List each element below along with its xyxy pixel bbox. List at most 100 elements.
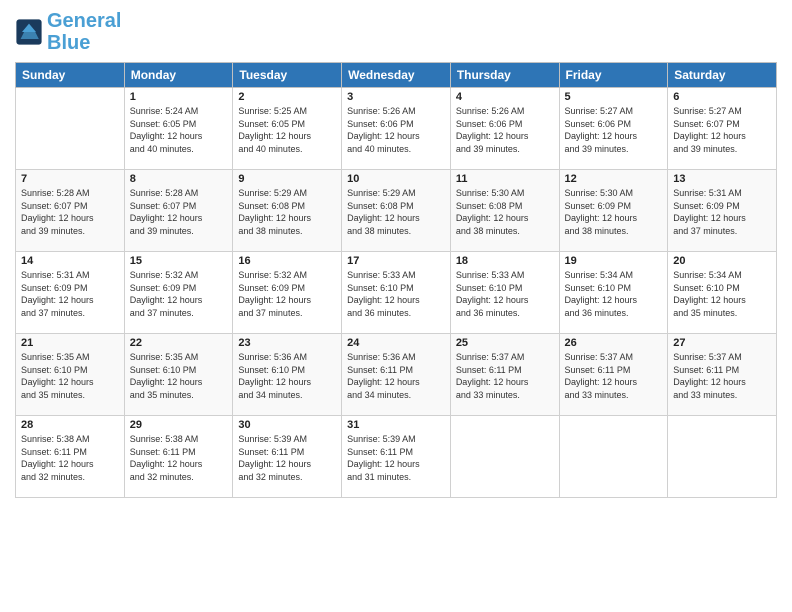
day-number: 13 [673, 173, 771, 185]
day-info: Sunrise: 5:38 AM Sunset: 6:11 PM Dayligh… [21, 433, 119, 483]
day-number: 17 [347, 255, 445, 267]
calendar-cell: 22Sunrise: 5:35 AM Sunset: 6:10 PM Dayli… [124, 334, 233, 416]
day-info: Sunrise: 5:33 AM Sunset: 6:10 PM Dayligh… [456, 269, 554, 319]
day-info: Sunrise: 5:26 AM Sunset: 6:06 PM Dayligh… [456, 105, 554, 155]
calendar-cell: 17 Sunrise: 5:33 AM Sunset: 6:10 PM Dayli… [342, 252, 451, 334]
calendar-cell: 18 Sunrise: 5:33 AM Sunset: 6:10 PM Dayli… [450, 252, 559, 334]
calendar-cell: 7Sunrise: 5:28 AM Sunset: 6:07 PM Daylig… [16, 170, 125, 252]
calendar-cell: 29 Sunrise: 5:38 AM Sunset: 6:11 PM Dayli… [124, 416, 233, 498]
calendar-cell: 8 Sunrise: 5:28 AM Sunset: 6:07 PM Daylig… [124, 170, 233, 252]
calendar-cell [668, 416, 777, 498]
calendar-cell: 21 Sunrise: 5:35 AM Sunset: 6:10 PM Dayli… [16, 334, 125, 416]
day-info: Sunrise: 5:38 AM Sunset: 6:11 PM Dayligh… [130, 433, 228, 483]
day-number: 27 [673, 337, 771, 349]
day-number: 29 [130, 419, 228, 431]
day-number: 6 [673, 91, 771, 103]
col-header-wednesday: Wednesday [342, 63, 451, 88]
day-number: 16 [238, 255, 336, 267]
calendar-cell: 12Sunrise: 5:30 AM Sunset: 6:09 PM Dayli… [559, 170, 668, 252]
calendar-table: SundayMondayTuesdayWednesdayThursdayFrid… [15, 62, 777, 498]
col-header-tuesday: Tuesday [233, 63, 342, 88]
day-number: 11 [456, 173, 554, 185]
day-number: 3 [347, 91, 445, 103]
calendar-week-1: 1Sunrise: 5:24 AM Sunset: 6:05 PM Daylig… [16, 88, 777, 170]
calendar-cell: 16 Sunrise: 5:32 AM Sunset: 6:09 PM Dayli… [233, 252, 342, 334]
calendar-week-3: 14 Sunrise: 5:31 AM Sunset: 6:09 PM Dayli… [16, 252, 777, 334]
calendar-week-4: 21 Sunrise: 5:35 AM Sunset: 6:10 PM Dayli… [16, 334, 777, 416]
calendar-cell: 26 Sunrise: 5:37 AM Sunset: 6:11 PM Dayli… [559, 334, 668, 416]
day-info: Sunrise: 5:24 AM Sunset: 6:05 PM Dayligh… [130, 105, 228, 155]
calendar-cell: 3 Sunrise: 5:26 AM Sunset: 6:06 PM Daylig… [342, 88, 451, 170]
day-number: 8 [130, 173, 228, 185]
day-info: Sunrise: 5:26 AM Sunset: 6:06 PM Dayligh… [347, 105, 445, 155]
day-number: 31 [347, 419, 445, 431]
calendar-cell: 23Sunrise: 5:36 AM Sunset: 6:10 PM Dayli… [233, 334, 342, 416]
day-number: 24 [347, 337, 445, 349]
day-number: 23 [238, 337, 336, 349]
calendar-cell [559, 416, 668, 498]
calendar-cell: 19Sunrise: 5:34 AM Sunset: 6:10 PM Dayli… [559, 252, 668, 334]
page-header: GeneralBlue [15, 10, 777, 54]
day-info: Sunrise: 5:35 AM Sunset: 6:10 PM Dayligh… [21, 351, 119, 401]
calendar-cell: 24 Sunrise: 5:36 AM Sunset: 6:11 PM Dayli… [342, 334, 451, 416]
day-info: Sunrise: 5:29 AM Sunset: 6:08 PM Dayligh… [347, 187, 445, 237]
day-info: Sunrise: 5:28 AM Sunset: 6:07 PM Dayligh… [21, 187, 119, 237]
col-header-sunday: Sunday [16, 63, 125, 88]
day-number: 14 [21, 255, 119, 267]
calendar-cell: 5 Sunrise: 5:27 AM Sunset: 6:06 PM Daylig… [559, 88, 668, 170]
col-header-friday: Friday [559, 63, 668, 88]
calendar-cell: 30 Sunrise: 5:39 AM Sunset: 6:11 PM Dayli… [233, 416, 342, 498]
day-info: Sunrise: 5:29 AM Sunset: 6:08 PM Dayligh… [238, 187, 336, 237]
calendar-cell: 10Sunrise: 5:29 AM Sunset: 6:08 PM Dayli… [342, 170, 451, 252]
calendar-cell: 13Sunrise: 5:31 AM Sunset: 6:09 PM Dayli… [668, 170, 777, 252]
day-info: Sunrise: 5:39 AM Sunset: 6:11 PM Dayligh… [347, 433, 445, 483]
calendar-cell: 28 Sunrise: 5:38 AM Sunset: 6:11 PM Dayli… [16, 416, 125, 498]
day-info: Sunrise: 5:36 AM Sunset: 6:11 PM Dayligh… [347, 351, 445, 401]
calendar-cell [16, 88, 125, 170]
day-number: 2 [238, 91, 336, 103]
day-info: Sunrise: 5:28 AM Sunset: 6:07 PM Dayligh… [130, 187, 228, 237]
day-info: Sunrise: 5:37 AM Sunset: 6:11 PM Dayligh… [456, 351, 554, 401]
logo: GeneralBlue [15, 10, 121, 54]
calendar-cell: 27Sunrise: 5:37 AM Sunset: 6:11 PM Dayli… [668, 334, 777, 416]
day-number: 18 [456, 255, 554, 267]
col-header-saturday: Saturday [668, 63, 777, 88]
day-info: Sunrise: 5:27 AM Sunset: 6:06 PM Dayligh… [565, 105, 663, 155]
day-info: Sunrise: 5:31 AM Sunset: 6:09 PM Dayligh… [21, 269, 119, 319]
day-number: 25 [456, 337, 554, 349]
day-number: 30 [238, 419, 336, 431]
day-number: 28 [21, 419, 119, 431]
calendar-week-2: 7Sunrise: 5:28 AM Sunset: 6:07 PM Daylig… [16, 170, 777, 252]
day-number: 4 [456, 91, 554, 103]
day-number: 26 [565, 337, 663, 349]
day-info: Sunrise: 5:32 AM Sunset: 6:09 PM Dayligh… [130, 269, 228, 319]
calendar-cell: 2 Sunrise: 5:25 AM Sunset: 6:05 PM Daylig… [233, 88, 342, 170]
calendar-cell: 4 Sunrise: 5:26 AM Sunset: 6:06 PM Daylig… [450, 88, 559, 170]
day-number: 15 [130, 255, 228, 267]
calendar-cell: 11 Sunrise: 5:30 AM Sunset: 6:08 PM Dayli… [450, 170, 559, 252]
day-info: Sunrise: 5:32 AM Sunset: 6:09 PM Dayligh… [238, 269, 336, 319]
calendar-cell: 1Sunrise: 5:24 AM Sunset: 6:05 PM Daylig… [124, 88, 233, 170]
day-number: 12 [565, 173, 663, 185]
calendar-cell: 25 Sunrise: 5:37 AM Sunset: 6:11 PM Dayli… [450, 334, 559, 416]
day-info: Sunrise: 5:37 AM Sunset: 6:11 PM Dayligh… [565, 351, 663, 401]
calendar-cell [450, 416, 559, 498]
calendar-header-row: SundayMondayTuesdayWednesdayThursdayFrid… [16, 63, 777, 88]
day-info: Sunrise: 5:34 AM Sunset: 6:10 PM Dayligh… [673, 269, 771, 319]
day-number: 21 [21, 337, 119, 349]
page-container: GeneralBlue SundayMondayTuesdayWednesday… [0, 0, 792, 508]
day-info: Sunrise: 5:34 AM Sunset: 6:10 PM Dayligh… [565, 269, 663, 319]
logo-icon [15, 18, 43, 46]
day-info: Sunrise: 5:30 AM Sunset: 6:08 PM Dayligh… [456, 187, 554, 237]
day-info: Sunrise: 5:27 AM Sunset: 6:07 PM Dayligh… [673, 105, 771, 155]
calendar-cell: 31 Sunrise: 5:39 AM Sunset: 6:11 PM Dayli… [342, 416, 451, 498]
logo-text: GeneralBlue [47, 10, 121, 54]
day-info: Sunrise: 5:33 AM Sunset: 6:10 PM Dayligh… [347, 269, 445, 319]
day-number: 22 [130, 337, 228, 349]
day-number: 5 [565, 91, 663, 103]
day-number: 20 [673, 255, 771, 267]
calendar-week-5: 28 Sunrise: 5:38 AM Sunset: 6:11 PM Dayli… [16, 416, 777, 498]
day-info: Sunrise: 5:25 AM Sunset: 6:05 PM Dayligh… [238, 105, 336, 155]
day-info: Sunrise: 5:39 AM Sunset: 6:11 PM Dayligh… [238, 433, 336, 483]
day-number: 9 [238, 173, 336, 185]
